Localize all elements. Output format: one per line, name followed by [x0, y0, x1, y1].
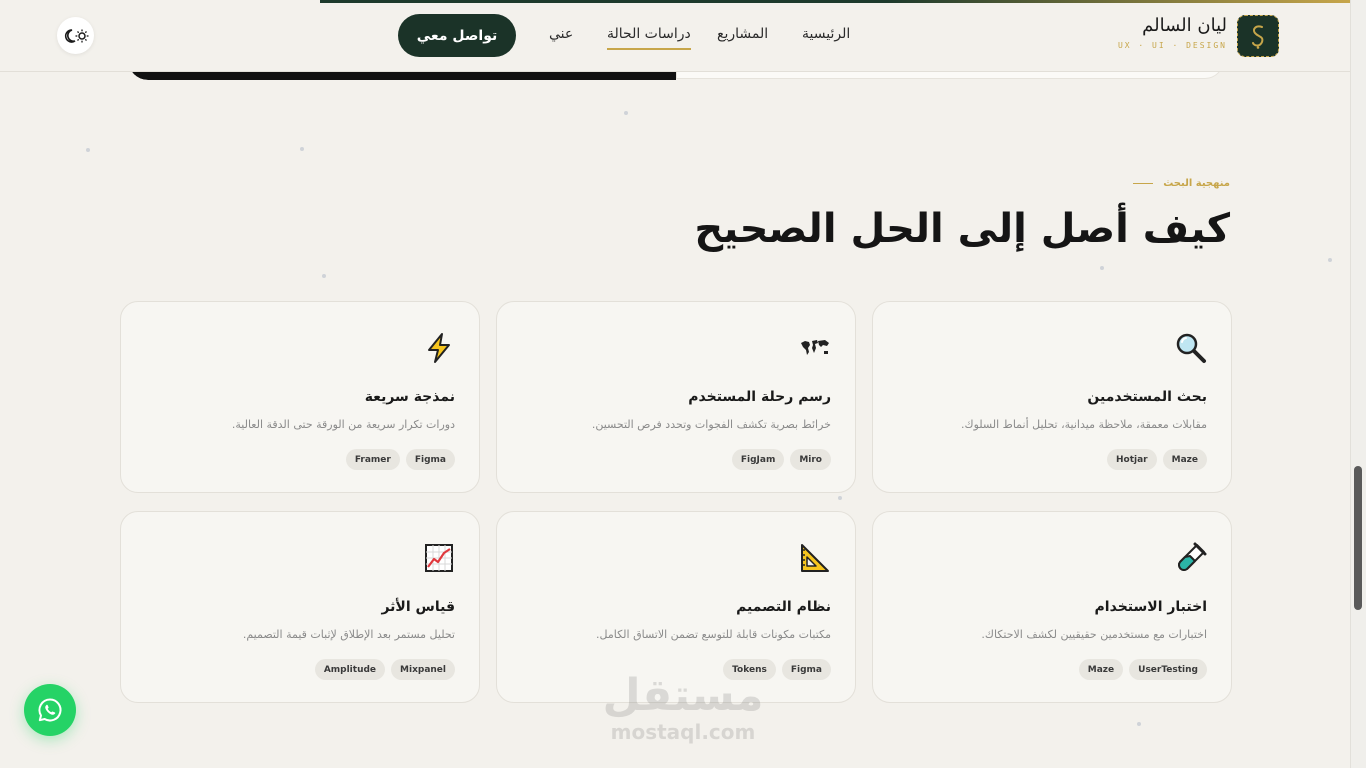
card-tags: Miro FigJam [731, 449, 831, 470]
method-card: بحث المستخدمين مقابلات معمقة، ملاحظة ميد… [872, 301, 1232, 493]
card-title: نظام التصميم [736, 599, 831, 615]
method-card: نمذجة سريعة دورات تكرار سريعة من الورقة … [120, 301, 480, 493]
nav-item-case-studies[interactable]: دراسات الحالة [607, 26, 691, 50]
method-card: قياس الأثر تحليل مستمر بعد الإطلاق لإثبا… [120, 511, 480, 703]
chart-up-icon [425, 544, 453, 572]
card-tags: Mixpanel Amplitude [314, 659, 455, 680]
tool-tag: Mixpanel [391, 659, 455, 680]
brand-name: ليان السالم [1142, 15, 1227, 36]
watermark-arabic: مستقل [602, 670, 764, 721]
scrollbar-thumb[interactable] [1354, 466, 1362, 610]
nav-item-about[interactable]: عني [549, 26, 573, 42]
card-tags: Maze Hotjar [1107, 449, 1207, 470]
tool-tag: Maze [1078, 659, 1124, 680]
decor-dot [86, 148, 90, 152]
card-description: مقابلات معمقة، ملاحظة ميدانية، تحليل أنم… [961, 418, 1207, 431]
card-description: مكتبات مكونات قابلة للتوسع تضمن الاتساق … [596, 628, 831, 641]
card-tags: UserTesting Maze [1078, 659, 1207, 680]
card-title: اختبار الاستخدام [1094, 599, 1207, 615]
decor-dot [300, 147, 304, 151]
decor-dot [624, 111, 628, 115]
card-title: رسم رحلة المستخدم [688, 389, 831, 405]
tool-tag: FigJam [731, 449, 785, 470]
top-accent-line [320, 0, 1350, 3]
method-card: اختبار الاستخدام اختبارات مع مستخدمين حق… [872, 511, 1232, 703]
tool-tag: Amplitude [314, 659, 386, 680]
decor-dot [1100, 266, 1104, 270]
tool-tag: Miro [790, 449, 831, 470]
card-title: نمذجة سريعة [364, 389, 455, 405]
brand-logo[interactable]: ليان السالم UX · UI · DESIGN [1118, 15, 1279, 57]
methods-grid: بحث المستخدمين مقابلات معمقة، ملاحظة ميد… [120, 301, 1232, 703]
logo-mark [1237, 15, 1279, 57]
decor-dot [1137, 722, 1141, 726]
mostaql-watermark: مستقل mostaql.com [598, 670, 768, 745]
magnifier-icon [1176, 333, 1206, 363]
page-scrollbar[interactable] [1350, 0, 1366, 768]
lightning-icon [428, 333, 450, 363]
whatsapp-icon [38, 698, 62, 722]
world-map-icon [801, 340, 829, 355]
whatsapp-button[interactable] [24, 684, 76, 736]
tool-tag: Maze [1162, 449, 1207, 470]
section-eyebrow: منهجية البحث [1133, 178, 1230, 189]
decor-dot [1328, 258, 1332, 262]
logo-glyph-icon [1252, 25, 1264, 49]
decor-dot [322, 274, 326, 278]
site-header: تواصل معي الرئيسية المشاريع دراسات الحال… [0, 0, 1350, 72]
tool-tag: Figma [781, 659, 831, 680]
tool-tag: Hotjar [1107, 449, 1157, 470]
nav-item-home[interactable]: الرئيسية [802, 26, 850, 42]
eyebrow-label: منهجية البحث [1163, 178, 1230, 189]
eyebrow-line [1133, 183, 1154, 184]
card-description: تحليل مستمر بعد الإطلاق لإثبات قيمة التص… [242, 628, 455, 641]
tool-tag: UserTesting [1129, 659, 1207, 680]
card-tags: Figma Framer [345, 449, 455, 470]
method-card: رسم رحلة المستخدم خرائط بصرية تكشف الفجو… [496, 301, 856, 493]
card-description: خرائط بصرية تكشف الفجوات وتحدد فرص التحس… [591, 418, 831, 431]
card-title: بحث المستخدمين [1087, 389, 1207, 405]
section-title: كيف أصل إلى الحل الصحيح [694, 206, 1230, 252]
triangle-ruler-icon [801, 544, 829, 572]
card-title: قياس الأثر [381, 599, 455, 615]
nav-item-projects[interactable]: المشاريع [717, 26, 768, 42]
card-description: اختبارات مع مستخدمين حقيقيين لكشف الاحتك… [981, 628, 1207, 641]
test-tube-icon [1178, 542, 1207, 571]
tool-tag: Figma [405, 449, 455, 470]
watermark-latin: mostaql.com [610, 720, 756, 744]
tool-tag: Framer [345, 449, 400, 470]
card-description: دورات تكرار سريعة من الورقة حتى الدقة ال… [231, 418, 455, 431]
brand-subtitle: UX · UI · DESIGN [1117, 41, 1227, 50]
